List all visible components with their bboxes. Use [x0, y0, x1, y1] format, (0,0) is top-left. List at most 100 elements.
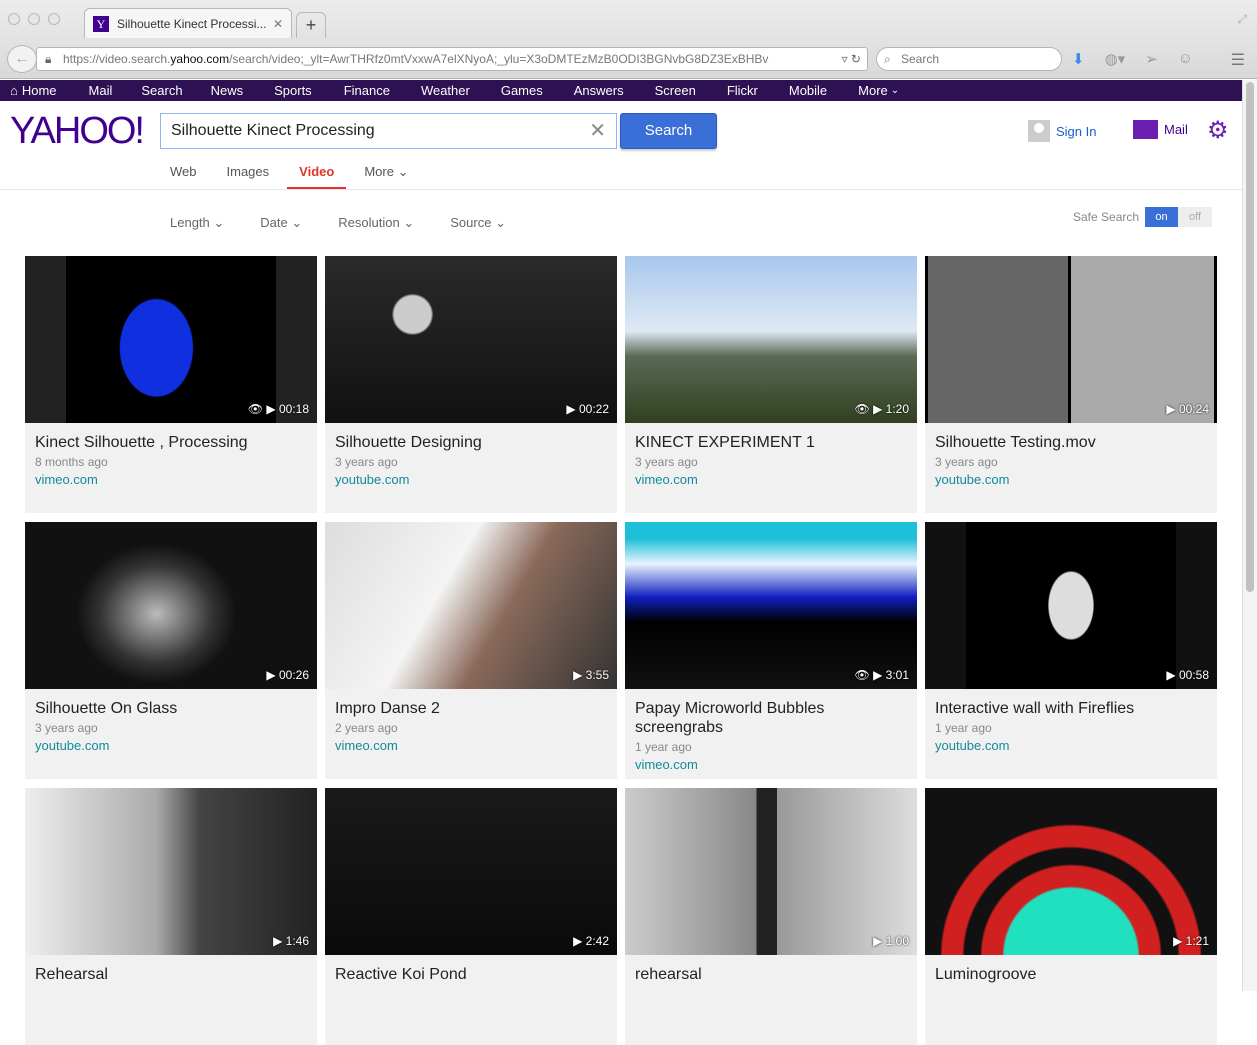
video-result-card[interactable]: ▶ 00:24 Silhouette Testing.mov 3 years a…: [925, 256, 1217, 513]
download-icon[interactable]: ⬇: [1072, 50, 1085, 68]
nav-finance[interactable]: Finance: [344, 83, 390, 98]
play-icon: ▶: [1166, 402, 1176, 416]
video-thumbnail[interactable]: 👁︎ ▶ 3:01: [625, 522, 917, 689]
nav-home[interactable]: Home: [22, 83, 57, 98]
scrollbar-thumb[interactable]: [1246, 82, 1254, 592]
tab-images[interactable]: Images: [227, 164, 270, 189]
video-thumbnail[interactable]: 👁︎ ▶ 00:18: [25, 256, 317, 423]
mail-link[interactable]: Mail: [1133, 120, 1188, 139]
nav-mail[interactable]: Mail: [89, 83, 113, 98]
video-title[interactable]: Interactive wall with Fireflies: [935, 699, 1207, 718]
minimize-button[interactable]: [28, 13, 40, 25]
video-source-link[interactable]: youtube.com: [335, 472, 607, 487]
video-thumbnail[interactable]: ▶ 00:22: [325, 256, 617, 423]
video-result-card[interactable]: 👁︎ ▶ 00:18 Kinect Silhouette , Processin…: [25, 256, 317, 513]
video-thumbnail[interactable]: 👁︎ ▶ 1:20: [625, 256, 917, 423]
scrollbar[interactable]: [1242, 80, 1257, 991]
url-domain: yahoo.com: [170, 52, 230, 66]
yahoo-logo[interactable]: YAHOO!: [10, 110, 145, 153]
video-source-link[interactable]: vimeo.com: [35, 472, 307, 487]
video-source-link[interactable]: vimeo.com: [335, 738, 607, 753]
video-age: 3 years ago: [635, 455, 698, 469]
video-source-link[interactable]: vimeo.com: [635, 472, 907, 487]
browser-tab[interactable]: Y Silhouette Kinect Processi... ✕: [84, 8, 292, 38]
gear-icon[interactable]: ⚙: [1207, 116, 1229, 145]
window-controls[interactable]: [8, 13, 60, 25]
address-bar[interactable]: 🔒︎ https://video.search.yahoo.com/search/…: [36, 47, 868, 71]
safe-search-on[interactable]: on: [1145, 207, 1179, 227]
safe-search-toggle[interactable]: Safe Search on off: [1073, 207, 1213, 227]
tab-more[interactable]: More ⌄: [364, 164, 408, 189]
zoom-button[interactable]: [48, 13, 60, 25]
nav-flickr[interactable]: Flickr: [727, 83, 758, 98]
video-source-link[interactable]: vimeo.com: [635, 757, 907, 772]
nav-answers[interactable]: Answers: [574, 83, 624, 98]
new-tab-button[interactable]: +: [296, 12, 326, 38]
video-result-card[interactable]: 👁︎ ▶ 1:20 KINECT EXPERIMENT 1 3 years ag…: [625, 256, 917, 513]
fullscreen-icon[interactable]: ⤢: [1237, 12, 1247, 27]
nav-games[interactable]: Games: [501, 83, 543, 98]
tab-web[interactable]: Web: [170, 164, 197, 189]
video-source-link[interactable]: youtube.com: [935, 472, 1207, 487]
back-button[interactable]: ←: [7, 45, 37, 73]
hamburger-menu-icon[interactable]: ☰: [1231, 50, 1245, 70]
video-source-link[interactable]: youtube.com: [935, 738, 1207, 753]
video-title[interactable]: Kinect Silhouette , Processing: [35, 433, 307, 452]
send-icon[interactable]: ➢: [1145, 50, 1158, 68]
video-title[interactable]: Luminogroove: [935, 965, 1207, 984]
video-result-card[interactable]: ▶ 2:42 Reactive Koi Pond: [325, 788, 617, 1045]
video-result-card[interactable]: ▶ 3:55 Impro Danse 2 2 years ago vimeo.c…: [325, 522, 617, 779]
clear-icon[interactable]: ✕: [589, 114, 606, 148]
video-title[interactable]: KINECT EXPERIMENT 1: [635, 433, 907, 452]
video-result-card[interactable]: ▶ 1:21 Luminogroove: [925, 788, 1217, 1045]
video-thumbnail[interactable]: ▶ 1:46: [25, 788, 317, 955]
video-title[interactable]: Rehearsal: [35, 965, 307, 984]
video-source-link[interactable]: youtube.com: [35, 738, 307, 753]
video-thumbnail[interactable]: ▶ 1:00: [625, 788, 917, 955]
tab-video[interactable]: Video: [287, 164, 347, 189]
video-thumbnail[interactable]: ▶ 3:55: [325, 522, 617, 689]
video-result-card[interactable]: ▶ 00:58 Interactive wall with Fireflies …: [925, 522, 1217, 779]
chat-icon[interactable]: ☺: [1178, 50, 1193, 68]
search-input[interactable]: Silhouette Kinect Processing ✕: [160, 113, 617, 149]
filter-length[interactable]: Length ⌄: [170, 215, 224, 231]
toolbar: ⬇ ◍▾ ➢ ☺: [1072, 50, 1193, 68]
sign-in-link[interactable]: Sign In: [1028, 120, 1096, 142]
close-window-button[interactable]: [8, 13, 20, 25]
video-title[interactable]: Silhouette On Glass: [35, 699, 307, 718]
duration-badge: ▶ 00:58: [1166, 668, 1209, 682]
video-title[interactable]: Reactive Koi Pond: [335, 965, 607, 984]
nav-weather[interactable]: Weather: [421, 83, 470, 98]
browser-search-input[interactable]: ⌕ Search: [876, 47, 1062, 71]
video-thumbnail[interactable]: ▶ 2:42: [325, 788, 617, 955]
video-result-card[interactable]: ▶ 00:22 Silhouette Designing 3 years ago…: [325, 256, 617, 513]
reload-icon[interactable]: ▿ ↻: [835, 48, 861, 70]
video-result-card[interactable]: ▶ 1:00 rehearsal: [625, 788, 917, 1045]
video-title[interactable]: rehearsal: [635, 965, 907, 984]
video-thumbnail[interactable]: ▶ 00:58: [925, 522, 1217, 689]
search-button[interactable]: Search: [620, 113, 717, 149]
nav-more[interactable]: More: [858, 83, 888, 98]
nav-sports[interactable]: Sports: [274, 83, 312, 98]
video-thumbnail[interactable]: ▶ 1:21: [925, 788, 1217, 955]
filter-date[interactable]: Date ⌄: [260, 215, 302, 231]
video-title[interactable]: Papay Microworld Bubbles screengrabs: [635, 699, 907, 737]
nav-screen[interactable]: Screen: [655, 83, 696, 98]
video-title[interactable]: Impro Danse 2: [335, 699, 607, 718]
lock-icon: 🔒︎: [45, 52, 52, 66]
video-result-card[interactable]: ▶ 00:26 Silhouette On Glass 3 years ago …: [25, 522, 317, 779]
nav-mobile[interactable]: Mobile: [789, 83, 827, 98]
video-result-card[interactable]: 👁︎ ▶ 3:01 Papay Microworld Bubbles scree…: [625, 522, 917, 779]
video-thumbnail[interactable]: ▶ 00:26: [25, 522, 317, 689]
close-tab-icon[interactable]: ✕: [273, 17, 283, 31]
filter-resolution[interactable]: Resolution ⌄: [338, 215, 414, 231]
video-thumbnail[interactable]: ▶ 00:24: [925, 256, 1217, 423]
video-title[interactable]: Silhouette Designing: [335, 433, 607, 452]
safe-search-off[interactable]: off: [1178, 207, 1213, 227]
globe-icon[interactable]: ◍▾: [1105, 50, 1126, 68]
nav-search[interactable]: Search: [141, 83, 182, 98]
nav-news[interactable]: News: [211, 83, 244, 98]
video-result-card[interactable]: ▶ 1:46 Rehearsal: [25, 788, 317, 1045]
filter-source[interactable]: Source ⌄: [450, 215, 506, 231]
video-title[interactable]: Silhouette Testing.mov: [935, 433, 1207, 452]
